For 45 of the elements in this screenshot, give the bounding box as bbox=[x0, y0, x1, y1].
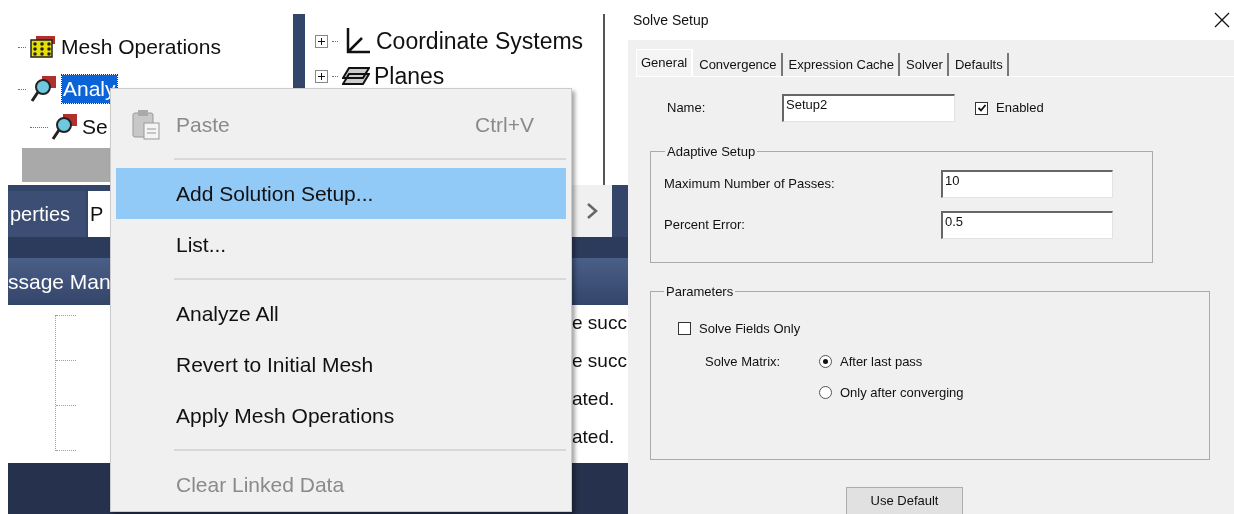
magnifier-icon bbox=[51, 113, 79, 141]
field-label: Solve Matrix: bbox=[705, 353, 782, 371]
close-icon[interactable] bbox=[1214, 12, 1230, 28]
dialog-title: Solve Setup bbox=[633, 10, 709, 30]
radio-label: After last pass bbox=[840, 353, 923, 371]
tree-item[interactable]: Planes bbox=[374, 62, 445, 90]
expand-icon[interactable] bbox=[315, 34, 328, 48]
tree-item[interactable]: Mesh Operations bbox=[60, 33, 222, 61]
radio-button[interactable] bbox=[819, 355, 832, 369]
menu-item[interactable]: Add Solution Setup... bbox=[116, 168, 566, 219]
radio-button[interactable] bbox=[819, 385, 832, 399]
group-title: Parameters bbox=[665, 283, 735, 301]
checkbox[interactable] bbox=[678, 321, 691, 335]
menu-item[interactable]: Analyze All bbox=[116, 288, 566, 339]
message-text: e succ bbox=[572, 311, 628, 335]
message-text: e succ bbox=[572, 349, 628, 373]
field-label: Maximum Number of Passes: bbox=[664, 174, 836, 193]
magnifier-icon bbox=[30, 75, 58, 103]
use-default-button[interactable]: Use Default bbox=[846, 487, 963, 514]
menu-item[interactable]: Revert to Initial Mesh bbox=[116, 339, 566, 390]
checkbox[interactable] bbox=[975, 101, 988, 115]
panel-tab[interactable]: P bbox=[88, 191, 112, 237]
checkbox-label: Solve Fields Only bbox=[699, 319, 801, 338]
panel-tab[interactable]: perties bbox=[8, 191, 86, 237]
field-label: Name: bbox=[667, 99, 707, 118]
message-text: ated. bbox=[572, 425, 616, 449]
text-field[interactable]: Setup2 bbox=[782, 94, 955, 122]
dialog-tab[interactable]: General bbox=[636, 49, 694, 76]
text-field[interactable]: 0.5 bbox=[941, 210, 1113, 239]
checkbox-label: Enabled bbox=[996, 99, 1044, 118]
panel-title: ssage Man bbox=[8, 268, 111, 295]
menu-item[interactable]: List... bbox=[116, 219, 566, 270]
mesh-grid-icon bbox=[30, 35, 56, 59]
tree-item[interactable]: Coordinate Systems bbox=[376, 27, 584, 55]
text-field[interactable]: 10 bbox=[941, 169, 1113, 198]
field-label: Percent Error: bbox=[664, 215, 746, 234]
planes-icon bbox=[342, 67, 370, 85]
radio-label: Only after converging bbox=[840, 383, 964, 402]
group-title: Adaptive Setup bbox=[666, 143, 757, 161]
chevron-right-icon[interactable] bbox=[586, 202, 598, 220]
tree-item[interactable]: Se bbox=[82, 113, 108, 141]
clipboard-icon bbox=[131, 108, 161, 141]
menu-item[interactable]: Apply Mesh Operations bbox=[116, 390, 566, 441]
message-text: ated. bbox=[572, 387, 616, 411]
expand-icon[interactable] bbox=[315, 69, 328, 83]
